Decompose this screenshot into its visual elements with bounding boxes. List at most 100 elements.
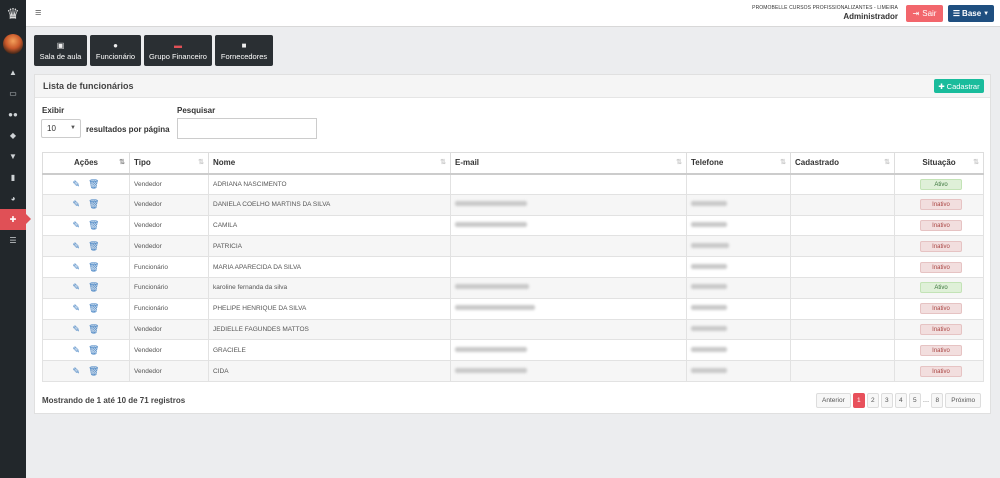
status-badge: Inativo: [920, 323, 962, 335]
delete-icon[interactable]: 🗑: [88, 345, 99, 355]
delete-icon[interactable]: 🗑: [88, 200, 99, 209]
edit-icon[interactable]: ✎: [73, 262, 81, 272]
sort-icon: ⇅: [884, 159, 890, 166]
actions-cell: ✎ 🗑: [42, 193, 130, 216]
telefone-cell: [686, 214, 791, 237]
column-header-tipo[interactable]: Tipo ⇅: [129, 152, 209, 175]
edit-icon[interactable]: ✎: [73, 324, 81, 334]
truck-icon: ■: [241, 40, 247, 50]
table-row[interactable]: ✎ 🗑 Vendedor JEDIELLE FAGUNDES MATTOS Inativ…: [42, 318, 984, 341]
tipo-cell: Vendedor: [129, 339, 209, 362]
table-row[interactable]: ✎ 🗑 Funcionário PHELIPE HENRIQUE DA SILVA In…: [42, 297, 984, 320]
per-page-label: resultados por página: [86, 125, 170, 134]
edit-icon[interactable]: ✎: [73, 345, 81, 355]
table-row[interactable]: ✎ 🗑 Vendedor ADRIANA NASCIMENTO Ativo: [42, 173, 984, 195]
id-badge-icon[interactable]: ▮: [0, 167, 26, 188]
column-header-acoes[interactable]: Ações ⇅: [42, 152, 130, 175]
pagination: Anterior 1 2 3 4 5 … 8 Próximo: [816, 393, 982, 408]
column-header-situacao[interactable]: Situação ⇅: [894, 152, 984, 175]
table-info: Mostrando de 1 até 10 de 71 registros: [42, 396, 186, 405]
panel-title: Lista de funcionários: [43, 81, 134, 91]
chart-icon[interactable]: ▲: [0, 62, 26, 83]
sort-icon: ⇅: [780, 159, 786, 166]
grupo-financeiro-button[interactable]: ▬ Grupo Financeiro: [144, 35, 212, 66]
cube-icon[interactable]: ◆: [0, 125, 26, 146]
pagination-page-1[interactable]: 1: [852, 393, 865, 408]
table-row[interactable]: ✎ 🗑 Vendedor CAMILA Inativo: [42, 214, 984, 237]
column-header-telefone[interactable]: Telefone ⇅: [686, 152, 791, 175]
situacao-cell: Inativo: [894, 235, 984, 258]
page-size-select[interactable]: 10 ▼: [41, 119, 81, 138]
logout-button[interactable]: ⇥ Sair: [906, 5, 943, 22]
column-header-email[interactable]: E-mail ⇅: [450, 152, 687, 175]
laptop-icon[interactable]: ▭: [0, 83, 26, 104]
edit-icon[interactable]: ✎: [73, 283, 81, 292]
pagination-page-8[interactable]: 8: [931, 393, 944, 408]
pagination-prev-button[interactable]: Anterior: [816, 393, 851, 408]
table-row[interactable]: ✎ 🗑 Vendedor DANIELA COELHO MARTINS DA SILV…: [42, 193, 984, 216]
pagination-page-5[interactable]: 5: [908, 393, 921, 408]
menu-toggle-icon[interactable]: ≡: [35, 7, 41, 19]
redacted-email: [455, 367, 527, 373]
pagination-page-3[interactable]: 3: [880, 393, 893, 408]
delete-icon[interactable]: 🗑: [88, 304, 99, 313]
column-header-nome[interactable]: Nome ⇅: [208, 152, 451, 175]
delete-icon[interactable]: 🗑: [88, 262, 99, 272]
search-input[interactable]: [177, 118, 317, 139]
select-caret-icon: ▼: [70, 125, 76, 131]
avatar[interactable]: [3, 34, 23, 54]
delete-icon[interactable]: 🗑: [88, 179, 99, 189]
column-header-label: Nome: [213, 158, 236, 168]
table-row[interactable]: ✎ 🗑 Funcionário MARIA APARECIDA DA SILVA Ina…: [42, 256, 984, 278]
pagination-page-4[interactable]: 4: [894, 393, 907, 408]
status-badge: Inativo: [920, 261, 962, 273]
pagination-next-button[interactable]: Próximo: [945, 393, 982, 408]
add-employee-button[interactable]: ✚ Cadastrar: [934, 79, 984, 93]
nome-cell: karoline fernanda da silva: [208, 276, 451, 299]
funcionario-button[interactable]: ● Funcionário: [90, 35, 141, 66]
delete-icon[interactable]: 🗑: [88, 241, 99, 251]
situacao-cell: Inativo: [894, 339, 984, 362]
tipo-cell: Vendedor: [129, 173, 209, 195]
list-icon[interactable]: ☰: [0, 230, 26, 251]
email-cell: [450, 173, 687, 195]
delete-icon[interactable]: 🗑: [88, 324, 99, 334]
edit-icon[interactable]: ✎: [73, 304, 81, 313]
edit-icon[interactable]: ✎: [73, 220, 81, 230]
sort-icon: ⇅: [676, 159, 682, 166]
pie-chart-icon[interactable]: ◕: [0, 188, 26, 209]
status-badge: Ativo: [920, 282, 962, 294]
nome-cell: CAMILA: [208, 214, 451, 237]
sala-de-aula-button[interactable]: ▣ Sala de aula: [34, 35, 87, 66]
delete-icon[interactable]: 🗑: [88, 283, 99, 292]
edit-icon[interactable]: ✎: [73, 366, 81, 376]
edit-icon[interactable]: ✎: [73, 200, 81, 209]
table-row[interactable]: ✎ 🗑 Funcionário karoline fernanda da silva A…: [42, 276, 984, 299]
fornecedores-button[interactable]: ■ Fornecedores: [215, 35, 273, 66]
status-badge: Inativo: [920, 303, 962, 315]
caret-down-icon: ▼: [983, 10, 990, 17]
column-header-label: E-mail: [455, 158, 480, 168]
situacao-cell: Inativo: [894, 318, 984, 341]
top-bar: ≡ PROMOBELLE CURSOS PROFISSIONALIZANTES …: [26, 0, 1000, 27]
delete-icon[interactable]: 🗑: [88, 220, 99, 230]
graduation-cap-icon[interactable]: ▼: [0, 146, 26, 167]
status-badge: Inativo: [920, 344, 962, 356]
actions-cell: ✎ 🗑: [42, 276, 130, 299]
column-header-cadastrado[interactable]: Cadastrado ⇅: [790, 152, 895, 175]
base-dropdown-button[interactable]: ☰ Base ▼: [948, 5, 994, 22]
table-row[interactable]: ✎ 🗑 Vendedor CIDA Inativo: [42, 360, 984, 382]
users-icon[interactable]: ●●: [0, 104, 26, 125]
plus-circle-icon[interactable]: ✚: [0, 209, 31, 230]
table-row[interactable]: ✎ 🗑 Vendedor GRACIELE Inativo: [42, 339, 984, 362]
telefone-cell: [686, 256, 791, 278]
situacao-cell: Ativo: [894, 173, 984, 195]
pagination-page-2[interactable]: 2: [866, 393, 879, 408]
edit-icon[interactable]: ✎: [73, 179, 81, 189]
cadastrado-cell: [790, 339, 895, 362]
edit-icon[interactable]: ✎: [73, 241, 81, 251]
nome-cell: PATRICIA: [208, 235, 451, 258]
table-row[interactable]: ✎ 🗑 Vendedor PATRICIA Inativo: [42, 235, 984, 258]
delete-icon[interactable]: 🗑: [88, 366, 99, 376]
redacted-phone: [691, 263, 727, 269]
